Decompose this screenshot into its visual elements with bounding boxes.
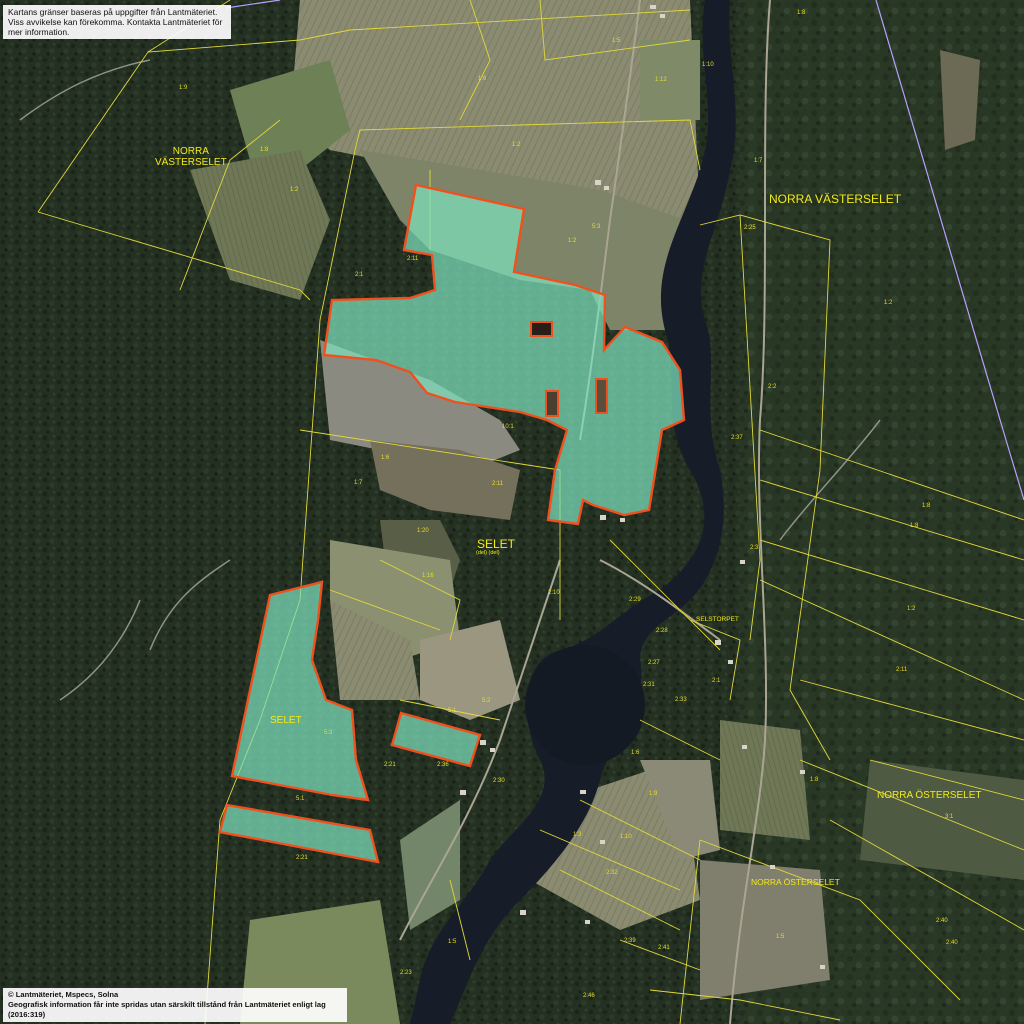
lot-label: 2:23 (400, 970, 412, 976)
lot-label: 2:40 (936, 918, 948, 924)
lot-label: 1:5 (612, 38, 621, 44)
lot-label: 1:6 (381, 455, 390, 461)
lot-label: 1:6 (478, 76, 487, 82)
lot-label: 1:2 (884, 300, 893, 306)
lot-label: 1:5 (776, 934, 785, 940)
place-label-selstorpet: SELSTORPET (696, 616, 739, 623)
lot-label: 2:27 (648, 660, 660, 666)
lot-label: 2:30 (493, 778, 505, 784)
lot-label: 2:33 (675, 697, 687, 703)
lot-label: 3:1 (945, 814, 954, 820)
copyright-line-1: © Lantmäteriet, Mspecs, Solna (8, 990, 119, 999)
lake (525, 645, 645, 765)
lot-label: 1:10 (702, 62, 714, 68)
lot-label: 1:2 (907, 606, 916, 612)
lot-label: 1:2 (290, 187, 299, 193)
lot-label: 2:11 (492, 481, 504, 487)
place-label-norra-vasterselet-west: NORRA VÄSTERSELET (155, 146, 227, 168)
lot-label: 1:3 (573, 832, 582, 838)
lot-label: 2:29 (629, 597, 641, 603)
lot-label: 1:8 (910, 523, 919, 529)
lot-label: 2:1 (712, 678, 721, 684)
lot-label: 1:8 (260, 147, 269, 153)
lot-label: 1:9 (649, 791, 658, 797)
map-view[interactable]: Kartans gränser baseras på uppgifter frå… (0, 0, 1024, 1024)
lot-label: 1:8 (810, 777, 819, 783)
lot-label: 1:2 (568, 238, 577, 244)
source-notice-line-1: Kartans gränser baseras på uppgifter frå… (8, 7, 218, 17)
lot-label: 2:37 (731, 435, 743, 441)
place-label-norra-osterselet-lower: NORRA ÖSTERSELET (751, 877, 840, 887)
lot-label: 1:16 (422, 573, 434, 579)
lot-label: 2:10 (548, 590, 560, 596)
lot-label: 1:7 (754, 158, 763, 164)
lot-label: 2:21 (296, 855, 308, 861)
lot-label: 10:1 (502, 424, 514, 430)
lot-label: 1:2 (512, 142, 521, 148)
lot-label: 5:1 (296, 796, 305, 802)
lot-label: 2:32 (606, 870, 618, 876)
lot-label: 5:2 (482, 698, 491, 704)
lot-label: 2:21 (384, 762, 396, 768)
lot-label: 5:3 (592, 224, 601, 230)
lot-label: 2:28 (656, 628, 668, 634)
lot-label: 2:40 (946, 940, 958, 946)
lot-label: 1:7 (354, 480, 363, 486)
place-label-line-1: NORRA (172, 146, 209, 157)
lot-label: 2:11 (896, 667, 908, 673)
place-label-norra-osterselet-east: NORRA ÖSTERSELET (877, 790, 982, 801)
lot-label: 1:20 (417, 528, 429, 534)
lot-label: 1:6 (631, 750, 640, 756)
place-label-selet: SELET (477, 537, 516, 551)
copyright-notice: © Lantmäteriet, Mspecs, Solna Geografisk… (3, 988, 347, 1022)
lot-label: 2:31 (643, 682, 655, 688)
source-notice: Kartans gränser baseras på uppgifter frå… (3, 5, 231, 39)
lot-label: 2:25 (744, 225, 756, 231)
lot-label: 2:3 (750, 545, 759, 551)
lot-label: 1:8 (922, 503, 931, 509)
lot-label: 2:11 (407, 256, 419, 262)
place-label-norra-vasterselet-east: NORRA VÄSTERSELET (769, 192, 902, 206)
lot-label: 2:41 (658, 945, 670, 951)
lot-label: 2:1 (355, 272, 364, 278)
lot-label: 1:5 (448, 939, 457, 945)
lot-label: 2:2 (768, 384, 777, 390)
copyright-line-2: Geografisk information får inte spridas … (8, 1000, 326, 1019)
lot-label: 2:46 (583, 993, 595, 999)
lot-label: 2:36 (437, 762, 449, 768)
lot-label: 1:9 (179, 85, 188, 91)
aerial-map[interactable] (0, 0, 1024, 1024)
lot-label: 2:39 (624, 938, 636, 944)
place-label-selet-sub: (del) (del) (476, 550, 500, 556)
lot-label: 1:12 (655, 77, 667, 83)
lot-label: 1:10 (620, 834, 632, 840)
place-label-line-2: VÄSTERSELET (155, 156, 227, 168)
place-label-selet-lower: SELET (270, 715, 302, 726)
lot-label: 1:8 (797, 10, 806, 16)
lot-label: 5:3 (324, 730, 333, 736)
source-notice-line-2: Viss avvikelse kan förekomma. Kontakta L… (8, 17, 223, 37)
lot-label: 5:1 (448, 708, 457, 714)
